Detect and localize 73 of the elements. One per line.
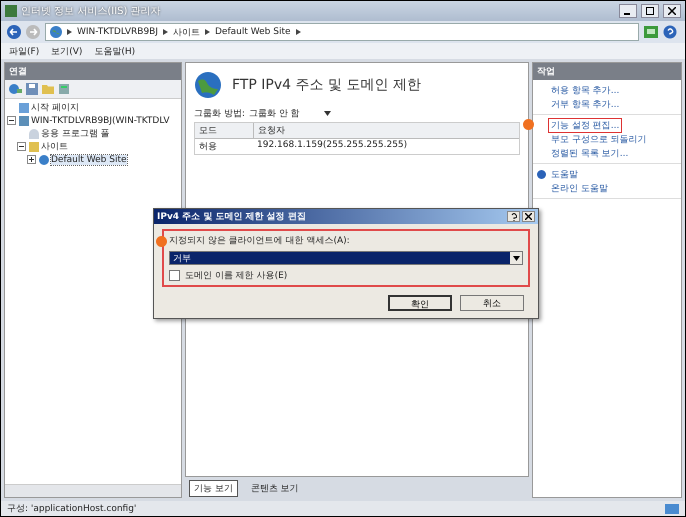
dropdown-arrow-icon[interactable]: [324, 111, 331, 116]
tree-item[interactable]: 응용 프로그램 풀: [41, 127, 110, 140]
callout-marker-icon: [523, 119, 534, 130]
checkbox-label: 도메인 이름 제한 사용(E): [185, 270, 288, 282]
chevron-icon: [296, 29, 301, 35]
address-bar[interactable]: WIN-TKTDLVRB9BJ 사이트 Default Web Site: [45, 23, 639, 41]
chevron-icon: [67, 29, 72, 35]
maximize-button[interactable]: [641, 4, 659, 18]
back-button[interactable]: [7, 25, 21, 39]
action-link[interactable]: 도움말: [549, 168, 580, 180]
window-title: 인터넷 정보 서비스(IIS) 관리자: [21, 5, 161, 18]
globe-icon: [194, 71, 222, 99]
question-icon: [510, 212, 516, 220]
tree-item[interactable]: 시작 페이지: [31, 101, 79, 114]
action-link[interactable]: 거부 항목 추가...: [549, 98, 622, 110]
node-icon: [29, 128, 39, 138]
breadcrumb[interactable]: Default Web Site: [215, 27, 291, 37]
app-icon: [5, 5, 17, 17]
dialog-button[interactable]: 확인: [388, 295, 452, 311]
action-link[interactable]: 온라인 도움말: [549, 182, 610, 194]
feature-title: FTP IPv4 주소 및 도메인 제한: [232, 76, 421, 94]
table-cell-text: 192.168.1.159(255.255.255.255): [256, 139, 408, 152]
save-icon[interactable]: [26, 83, 38, 95]
expander-icon[interactable]: [27, 155, 36, 164]
dialog-title: IPv4 주소 및 도메인 제한 설정 편집: [157, 211, 306, 223]
menu-item[interactable]: 파일(F): [9, 44, 40, 58]
dialog-button[interactable]: 취소: [460, 295, 524, 311]
close-icon: [525, 213, 532, 220]
breadcrumb[interactable]: WIN-TKTDLVRB9BJ: [77, 27, 158, 37]
breadcrumb[interactable]: 사이트: [173, 26, 200, 38]
node-icon: [19, 102, 29, 112]
node-icon: [39, 154, 49, 164]
callout-marker-icon: [156, 236, 167, 247]
action-link[interactable]: 기능 설정 편집...: [549, 118, 622, 132]
node-icon: [29, 142, 39, 152]
menu-item[interactable]: 보기(V): [51, 44, 82, 58]
view-tab[interactable]: 기능 보기: [189, 480, 238, 497]
menu-item[interactable]: 도움말(H): [94, 44, 136, 58]
help-button[interactable]: [507, 211, 520, 222]
group-by-label: 그룹화 방법:: [194, 108, 245, 120]
close-button[interactable]: [663, 4, 681, 18]
tree-item[interactable]: Default Web Site: [51, 154, 127, 164]
node-icon: [19, 116, 29, 126]
help-icon[interactable]: [663, 25, 679, 39]
checkbox[interactable]: [169, 270, 180, 281]
action-link[interactable]: 부모 구성으로 되돌리기: [549, 132, 649, 146]
close-icon: [668, 7, 676, 15]
minimize-button[interactable]: [619, 4, 637, 18]
action-link[interactable]: 허용 항목 추가...: [549, 84, 622, 96]
panel-header: 연결: [5, 63, 181, 80]
tree-item[interactable]: WIN-TKTDLVRB9BJ(WIN-TKTDLV: [31, 116, 170, 126]
help-icon: [537, 170, 546, 178]
chevron-icon: [163, 29, 168, 35]
access-label: 지정되지 않은 클라이언트에 대한 액세스(A):: [169, 235, 351, 247]
access-dropdown[interactable]: 거부: [169, 251, 523, 265]
panel-header: 작업: [533, 63, 681, 80]
close-button[interactable]: [522, 211, 535, 222]
chevron-icon: [205, 29, 210, 35]
expander-icon[interactable]: [17, 142, 26, 151]
column-header[interactable]: 모드: [195, 123, 254, 138]
expander-icon[interactable]: [7, 116, 16, 125]
maximize-icon: [646, 7, 654, 15]
column-header[interactable]: 요청자: [254, 123, 519, 138]
group-by-dropdown[interactable]: 그룹화 안 함: [248, 107, 320, 120]
status-text: 구성: 'applicationHost.config': [7, 503, 136, 515]
horizontal-scrollbar[interactable]: [5, 484, 181, 497]
connect-icon[interactable]: [8, 83, 22, 95]
view-tab[interactable]: 콘텐츠 보기: [246, 480, 304, 497]
tree-item[interactable]: 사이트: [41, 140, 68, 153]
dropdown-arrow-icon: [512, 256, 520, 260]
action-link[interactable]: 정렬된 목록 보기...: [549, 146, 630, 160]
globe-icon: [50, 26, 62, 38]
table-cell-text: 허용: [198, 141, 218, 154]
